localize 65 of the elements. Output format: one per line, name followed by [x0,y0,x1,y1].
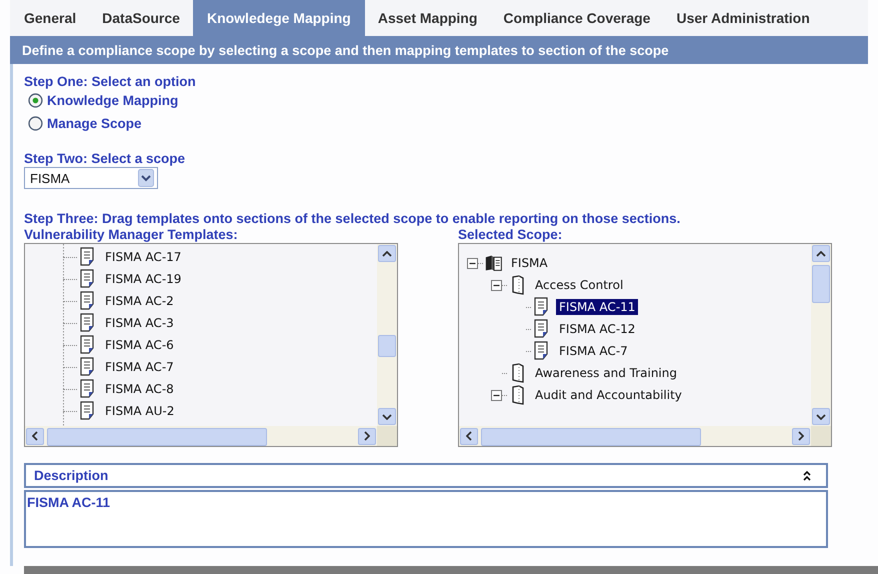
template-item[interactable]: FISMA AC-3 [102,315,177,331]
scroll-right-button[interactable] [358,428,376,444]
description-title: Description [34,468,108,483]
template-item[interactable]: FISMA AU-2 [102,403,178,419]
collapse-icon[interactable] [467,258,478,268]
chevron-down-icon [816,414,826,420]
chevron-up-icon [382,250,392,256]
tab[interactable]: General [10,0,90,36]
tree-node[interactable]: Awareness and Training [532,365,680,381]
template-item[interactable]: FISMA AC-19 [102,271,184,287]
tab[interactable]: Asset Mapping [364,0,490,36]
step-label: Step One: Select an option [24,73,197,89]
chevron-left-icon [32,431,38,441]
step-label: Step Two: Select a scope [24,150,186,166]
instruction-banner: Define a compliance scope by selecting a scope and then mapping templates to section of the scope [10,36,868,64]
scroll-thumb[interactable] [812,265,830,303]
panel-label: Vulnerability Manager Templates: [24,227,239,243]
radio-button[interactable] [28,93,43,108]
step-label: Step Three: Drag templates onto sections of the selected scope to enable reporting on those sections. [24,210,682,227]
vertical-scrollbar[interactable] [811,244,831,426]
tree-node[interactable]: FISMA AC-12 [556,321,638,337]
horizontal-scrollbar[interactable] [459,426,811,446]
chevron-up-icon [816,250,826,256]
template-item[interactable]: FISMA AC-7 [102,359,177,375]
scope-select[interactable]: FISMA [24,167,158,189]
tree-node[interactable]: FISMA AC-11 [556,299,638,315]
collapse-icon[interactable] [491,280,502,290]
scroll-thumb[interactable] [378,335,396,357]
scroll-down-button[interactable] [378,408,396,425]
tree-node[interactable]: FISMA AC-7 [556,343,631,359]
collapse-icon[interactable] [802,470,812,482]
book-icon [485,253,503,273]
chevron-left-icon [466,431,472,441]
chevron-right-icon [798,431,804,441]
template-item[interactable]: FISMA AC-8 [102,381,177,397]
scroll-left-button[interactable] [460,428,478,444]
vertical-scrollbar[interactable] [377,244,397,426]
tab[interactable]: DataSource [89,0,193,36]
scrollbar-corner [811,426,831,446]
tab[interactable]: Compliance Coverage [490,0,664,36]
scroll-right-button[interactable] [792,428,810,444]
radio-label[interactable]: Knowledge Mapping [47,93,178,108]
tab[interactable]: User Administration [663,0,823,36]
tree-node[interactable]: Access Control [532,277,626,293]
scroll-down-button[interactable] [812,408,830,425]
horizontal-scrollbar[interactable] [25,426,377,446]
scroll-up-button[interactable] [812,245,830,262]
tree-node[interactable]: FISMA [508,255,551,271]
chevron-right-icon [364,431,370,441]
chevron-down-icon [382,414,392,420]
template-item[interactable]: FISMA AC-17 [102,249,184,265]
tab[interactable]: Knowledege Mapping [192,0,365,36]
scroll-thumb[interactable] [481,428,702,446]
scroll-left-button[interactable] [26,428,44,444]
scroll-up-button[interactable] [378,245,396,262]
description-text: FISMA AC-11 [27,495,110,510]
template-item[interactable]: FISMA AC-6 [102,337,177,353]
tree-node[interactable]: Audit and Accountability [532,387,685,403]
scroll-thumb[interactable] [47,428,268,446]
radio-label[interactable]: Manage Scope [47,116,142,131]
scrollbar-corner [377,426,397,446]
collapse-icon[interactable] [491,390,502,400]
panel-label: Selected Scope: [458,227,564,243]
radio-button[interactable] [28,116,43,131]
template-item[interactable]: FISMA AC-2 [102,293,177,309]
